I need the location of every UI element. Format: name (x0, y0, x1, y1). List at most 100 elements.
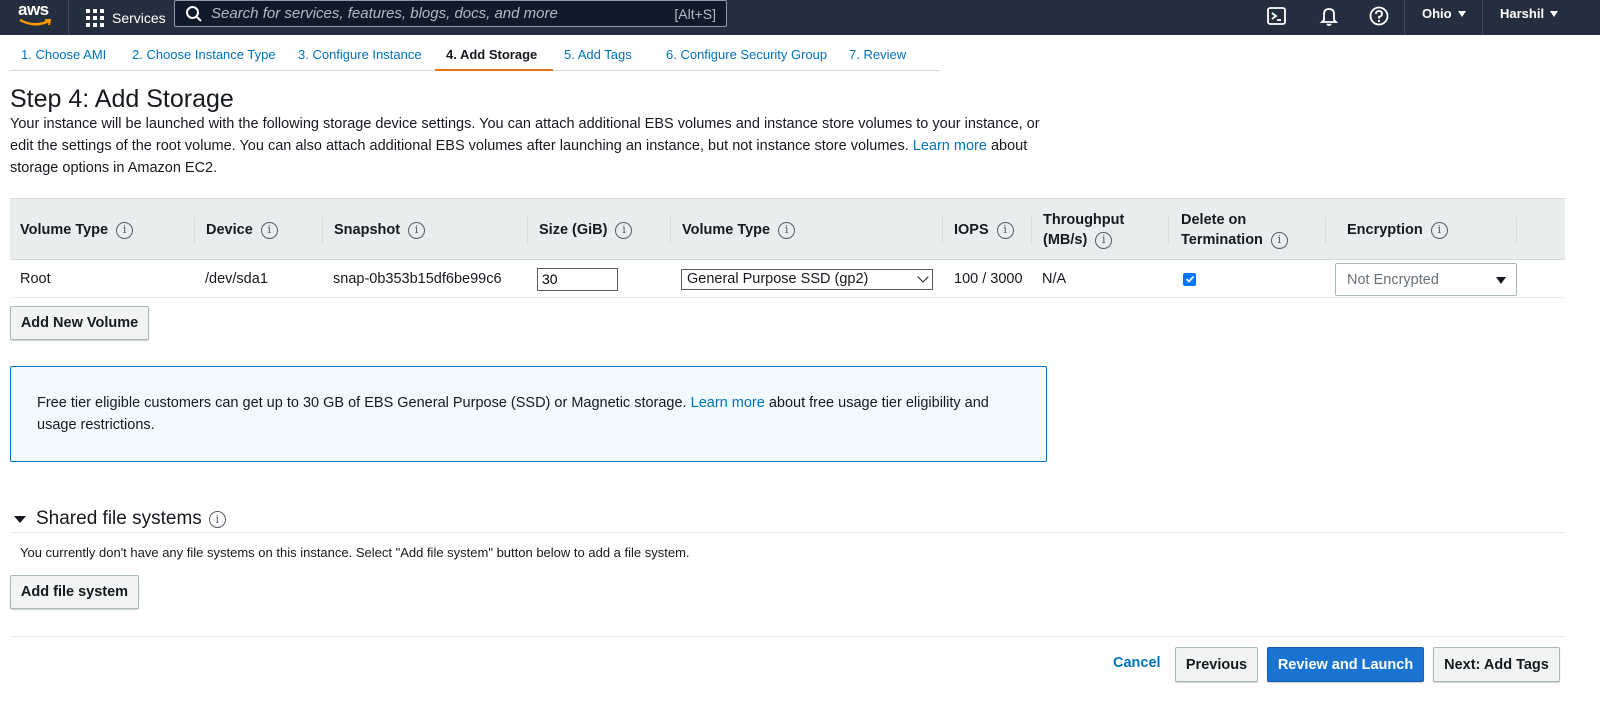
cell-delete-on-termination (1183, 261, 1196, 297)
chevron-down-icon (917, 270, 929, 283)
page-title: Step 4: Add Storage (10, 85, 234, 113)
info-icon[interactable]: i (1430, 221, 1448, 239)
header-label: Snapshot (334, 222, 401, 238)
shared-file-systems-header[interactable]: Shared file systems i (14, 508, 226, 530)
tab-add-tags[interactable]: 5. Add Tags (553, 40, 655, 71)
page-description: Your instance will be launched with the … (10, 113, 1040, 179)
add-file-system-button[interactable]: Add file system (10, 575, 139, 609)
delete-on-termination-checkbox[interactable] (1183, 272, 1196, 286)
caret-down-icon (1496, 277, 1506, 284)
learn-more-link[interactable]: Learn more (913, 138, 987, 154)
aws-logo-text: aws (18, 0, 49, 19)
tab-choose-instance-type[interactable]: 2. Choose Instance Type (121, 40, 287, 71)
tab-add-storage[interactable]: 4. Add Storage (435, 40, 553, 71)
info-icon[interactable]: i (1095, 231, 1113, 249)
search-shortcut: [Alt+S] (674, 5, 716, 22)
encryption-selected: Not Encrypted (1347, 271, 1439, 288)
region-selector[interactable]: Ohio (1422, 6, 1466, 21)
header-label: (MB/s) (1043, 232, 1088, 248)
aws-smile-icon (19, 18, 52, 26)
tab-configure-instance[interactable]: 3. Configure Instance (287, 40, 435, 71)
column-separator (1516, 217, 1517, 243)
search-icon (186, 5, 202, 22)
user-label: Harshil (1500, 6, 1545, 21)
column-separator (194, 217, 195, 243)
table-row: Root /dev/sda1 snap-0b353b15df6be99c6 Ge… (10, 261, 1565, 298)
section-title: Shared file systems (36, 508, 202, 529)
bell-icon[interactable] (1318, 5, 1340, 27)
header-size: Size (GiB) i (539, 199, 633, 261)
aws-logo[interactable]: aws (18, 0, 54, 32)
cell-snapshot: snap-0b353b15df6be99c6 (333, 271, 502, 287)
column-separator (670, 217, 671, 243)
info-icon[interactable]: i (208, 510, 226, 528)
cell-size (537, 261, 618, 297)
description-text: Your instance will be launched with the … (10, 116, 1040, 154)
info-icon[interactable]: i (996, 221, 1014, 239)
free-tier-info-box: Free tier eligible customers can get up … (10, 366, 1047, 462)
size-input[interactable] (537, 267, 618, 291)
header-label: Termination (1181, 232, 1263, 248)
header-label: Volume Type (682, 222, 771, 238)
volume-type-selected: General Purpose SSD (gp2) (687, 271, 869, 287)
header-device: Device i (206, 199, 278, 261)
help-icon[interactable] (1368, 5, 1390, 27)
add-new-volume-button[interactable]: Add New Volume (10, 306, 149, 340)
info-icon[interactable]: i (778, 221, 796, 239)
services-menu[interactable]: Services (86, 4, 166, 31)
free-tier-learn-more-link[interactable]: Learn more (691, 395, 765, 411)
column-separator (322, 217, 323, 243)
cell-volume-type: Root (20, 271, 51, 287)
shared-file-systems-description: You currently don't have any file system… (20, 545, 690, 560)
header-label: Encryption (1347, 222, 1423, 238)
info-icon[interactable]: i (408, 221, 426, 239)
tab-choose-ami[interactable]: 1. Choose AMI (10, 40, 121, 71)
info-icon[interactable]: i (116, 221, 134, 239)
cell-throughput: N/A (1042, 271, 1067, 287)
tab-review[interactable]: 7. Review (838, 40, 940, 71)
tab-configure-security-group[interactable]: 6. Configure Security Group (655, 40, 838, 71)
header-label: Delete on (1181, 212, 1247, 228)
header-delete-on-termination: Delete on Termination i (1181, 199, 1288, 261)
encryption-select[interactable]: Not Encrypted (1335, 263, 1517, 296)
checkmark-icon (1185, 275, 1194, 283)
header-label: IOPS (954, 222, 989, 238)
cloudshell-icon[interactable] (1266, 5, 1288, 27)
review-and-launch-button[interactable]: Review and Launch (1267, 647, 1424, 682)
previous-button[interactable]: Previous (1175, 647, 1258, 682)
search-input[interactable] (203, 5, 675, 22)
cancel-link[interactable]: Cancel (1113, 655, 1161, 671)
nav-divider (1482, 0, 1483, 35)
services-label: Services (112, 9, 166, 26)
region-label: Ohio (1422, 6, 1452, 21)
header-encryption: Encryption i (1347, 199, 1448, 261)
caret-down-icon (1550, 10, 1559, 17)
column-separator (1168, 217, 1169, 243)
cell-device: /dev/sda1 (205, 271, 268, 287)
column-separator (942, 217, 943, 243)
column-separator (1325, 217, 1326, 243)
caret-down-icon (1457, 10, 1466, 17)
nav-divider (68, 0, 69, 35)
user-menu[interactable]: Harshil (1500, 6, 1559, 21)
header-throughput: Throughput (MB/s) i (1043, 199, 1124, 261)
header-snapshot: Snapshot i (334, 199, 426, 261)
top-nav: aws Services [Alt+S] Ohio (0, 0, 1600, 35)
volume-type-select[interactable]: General Purpose SSD (gp2) (681, 268, 933, 290)
info-icon[interactable]: i (615, 221, 633, 239)
cell-volume-type-select: General Purpose SSD (gp2) (681, 261, 933, 297)
header-label: Device (206, 222, 253, 238)
header-label: Size (GiB) (539, 222, 608, 238)
nav-divider (1404, 0, 1405, 35)
search-bar[interactable]: [Alt+S] (174, 0, 727, 27)
header-label: Throughput (1043, 212, 1125, 228)
cell-iops: 100 / 3000 (954, 271, 1023, 287)
storage-table-header: Volume Type i Device i Snapshot i Size (GiB… (10, 198, 1565, 260)
header-iops: IOPS i (954, 199, 1014, 261)
next-add-tags-button[interactable]: Next: Add Tags (1433, 647, 1560, 682)
caret-down-icon (14, 515, 26, 523)
info-text: Free tier eligible customers can get up … (37, 395, 687, 411)
info-icon[interactable]: i (1270, 231, 1288, 249)
info-icon[interactable]: i (260, 221, 278, 239)
grid-icon (86, 8, 104, 27)
